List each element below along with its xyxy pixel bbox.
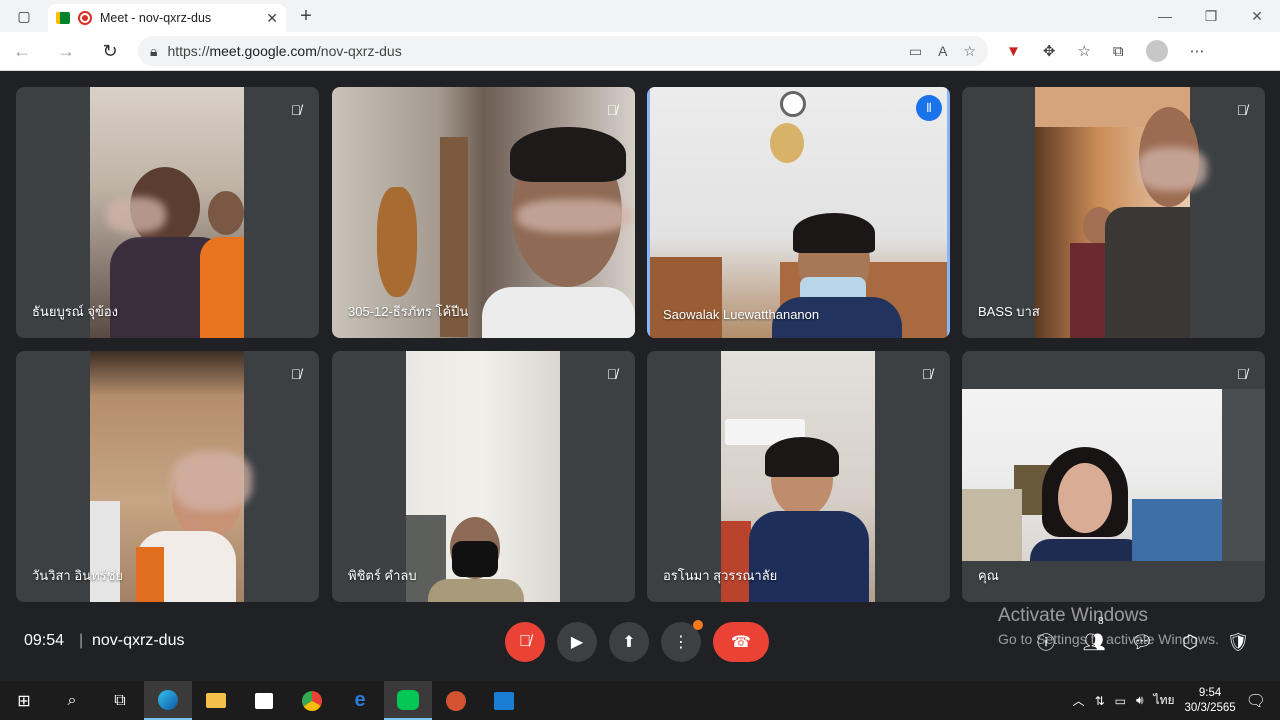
participant-tile[interactable]: 🎙̸ ธันยบูรณ์ จุ่ข้อง xyxy=(16,87,319,338)
mic-off-icon: 🎙̸ xyxy=(1236,366,1248,382)
back-icon[interactable]: ← xyxy=(0,32,44,71)
browser-tab[interactable]: Meet - nov-qxrz-dus ✕ xyxy=(48,4,286,32)
participant-tile[interactable]: 🎙̸ อรโนมา สุวรรณาลัย xyxy=(647,351,950,602)
info-icon[interactable]: ⓘ xyxy=(1030,626,1062,658)
participant-tile[interactable]: 🎙̸ BASS บาส xyxy=(962,87,1265,338)
internet-explorer-icon[interactable]: e xyxy=(336,681,384,720)
battery-icon[interactable]: ▭ xyxy=(1115,694,1126,708)
toggle-camera-button[interactable]: ▶︎ xyxy=(557,622,597,662)
meeting-separator: | xyxy=(79,632,84,649)
mic-off-icon: 🎙̸ xyxy=(290,366,302,382)
notification-dot xyxy=(693,620,703,630)
more-icon[interactable]: ⋯ xyxy=(1190,42,1205,60)
participant-name: วันวิสา อินทร์ชัย xyxy=(32,568,124,583)
url-field[interactable]: 🔒︎ https://meet.google.com/nov-qxrz-dus … xyxy=(138,36,988,66)
more-options-button[interactable]: ⋮ xyxy=(661,620,703,662)
tab-title: Meet - nov-qxrz-dus xyxy=(100,11,212,25)
windows-taskbar: ⊞ ⌕ ⧉ e ︿ ⇅ ▭ 🔊︎ ไทย 9:54 30/3/2565 🗨︎ xyxy=(0,681,1280,720)
chevron-up-icon[interactable]: ︿ xyxy=(1073,692,1085,709)
new-tab-icon[interactable]: + xyxy=(290,5,322,28)
participant-name: อรโนมา สุวรรณาลัย xyxy=(663,568,778,583)
windows-start-icon[interactable]: ⊞ xyxy=(0,681,48,720)
restore-icon[interactable]: ❐ xyxy=(1188,0,1234,32)
participant-name: ธันยบูรณ์ จุ่ข้อง xyxy=(32,304,119,319)
participant-video xyxy=(650,87,947,338)
mic-off-icon: 🎙̸ xyxy=(606,366,618,382)
address-bar: ← → ↻ 🔒︎ https://meet.google.com/nov-qxr… xyxy=(0,32,1280,71)
participant-name: BASS บาส xyxy=(978,304,1040,319)
file-explorer-icon[interactable] xyxy=(192,681,240,720)
activities-icon[interactable]: ⬡ xyxy=(1174,626,1206,658)
sidebar-icon: ▢ xyxy=(17,7,31,24)
media-app-icon[interactable] xyxy=(480,681,528,720)
browser-titlebar: ▢ Meet - nov-qxrz-dus ✕ + — ❐ ✕ xyxy=(0,0,1280,32)
collections-icon[interactable]: ⧉ xyxy=(1113,43,1124,60)
participant-name: พิชิตร์ คำลบ xyxy=(348,568,417,583)
participant-name: คุณ xyxy=(978,568,999,583)
store-icon[interactable] xyxy=(240,681,288,720)
chrome-icon[interactable] xyxy=(288,681,336,720)
people-count-badge: 8 xyxy=(1098,616,1104,627)
line-icon[interactable] xyxy=(384,681,432,720)
window-controls: — ❐ ✕ xyxy=(1142,0,1280,32)
profile-icon[interactable] xyxy=(1145,40,1168,62)
more-vert-icon: ⋮ xyxy=(673,634,689,651)
camera-icon: ▶︎ xyxy=(570,634,584,651)
participant-video xyxy=(406,351,560,602)
taskbar-clock[interactable]: 9:54 30/3/2565 xyxy=(1185,686,1236,716)
mic-off-icon: 🎙̸ xyxy=(1236,102,1248,118)
participant-tile[interactable]: 🎙̸ 305-12-ธีรภัทร โค้ปีน xyxy=(332,87,635,338)
participant-name: Saowalak Luewatthananon xyxy=(663,307,820,322)
read-aloud-icon[interactable]: A xyxy=(938,43,947,60)
participant-tile[interactable]: 🎙̸ พิชิตร์ คำลบ xyxy=(332,351,635,602)
participant-name: 305-12-ธีรภัทร โค้ปีน xyxy=(348,304,469,319)
minimize-icon[interactable]: — xyxy=(1142,0,1188,32)
shield-extension-icon[interactable]: ▼ xyxy=(1006,43,1021,60)
record-icon xyxy=(78,11,92,25)
window-close-icon[interactable]: ✕ xyxy=(1234,0,1280,32)
tab-actions-button[interactable]: ▢ xyxy=(0,0,48,32)
participant-tile-self[interactable]: 🎙̸ คุณ xyxy=(962,351,1265,602)
mic-off-icon: 🎙̸ xyxy=(921,366,933,382)
present-screen-button[interactable]: ⬆︎ xyxy=(609,622,649,662)
participant-tile-active[interactable]: ⦀ Saowalak Luewatthananon xyxy=(647,87,950,338)
chat-icon[interactable]: 💬︎ xyxy=(1126,626,1158,658)
network-icon[interactable]: ⇅ xyxy=(1095,694,1105,708)
participant-video xyxy=(962,389,1265,561)
present-icon: ⬆︎ xyxy=(622,634,636,651)
extension-icon[interactable]: ✥ xyxy=(1043,42,1056,60)
favorites-icon[interactable]: ☆ xyxy=(1077,42,1090,60)
forward-icon[interactable]: → xyxy=(44,32,88,71)
people-icon[interactable]: 👥︎ xyxy=(1078,626,1110,658)
reload-icon[interactable]: ↻ xyxy=(88,32,132,71)
task-view-icon[interactable]: ⧉ xyxy=(96,681,144,720)
leave-call-button[interactable]: ☎︎ xyxy=(713,622,769,662)
lock-icon: 🔒︎ xyxy=(150,42,158,59)
meeting-code: nov-qxrz-dus xyxy=(92,632,185,649)
volume-icon[interactable]: 🔊︎ xyxy=(1136,693,1144,708)
meet-icon xyxy=(56,12,70,24)
search-icon[interactable]: ⌕ xyxy=(48,681,96,720)
speaking-indicator-icon: ⦀ xyxy=(916,95,942,121)
mic-off-icon: 🎙̸ xyxy=(519,633,531,650)
host-controls-icon[interactable]: 🛡︎ xyxy=(1222,626,1254,658)
camera-icon[interactable]: ▭ xyxy=(909,43,922,60)
meeting-time: 09:54 xyxy=(24,632,65,649)
mic-off-icon: 🎙̸ xyxy=(606,102,618,118)
meet-stage: 🎙̸ ธันยบูรณ์ จุ่ข้อง 🎙̸ 305-12-ธีรภัทร โ… xyxy=(0,71,1280,681)
mic-off-icon: 🎙̸ xyxy=(290,102,302,118)
participant-tile[interactable]: 🎙̸ วันวิสา อินทร์ชัย xyxy=(16,351,319,602)
hang-up-icon: ☎︎ xyxy=(731,634,751,651)
edge-icon[interactable] xyxy=(144,681,192,720)
participant-video xyxy=(1035,87,1207,338)
url-text: https://meet.google.com/nov-qxrz-dus xyxy=(167,43,402,59)
powerpoint-icon[interactable] xyxy=(432,681,480,720)
language-indicator[interactable]: ไทย xyxy=(1154,691,1175,710)
system-tray: ︿ ⇅ ▭ 🔊︎ ไทย 9:54 30/3/2565 🗨︎ xyxy=(1073,686,1280,716)
favorite-add-icon[interactable]: ☆ xyxy=(963,43,976,60)
toggle-mic-button[interactable]: 🎙̸ xyxy=(505,622,545,662)
close-icon[interactable]: ✕ xyxy=(266,10,278,27)
notification-icon[interactable]: 🗨︎ xyxy=(1246,691,1266,711)
